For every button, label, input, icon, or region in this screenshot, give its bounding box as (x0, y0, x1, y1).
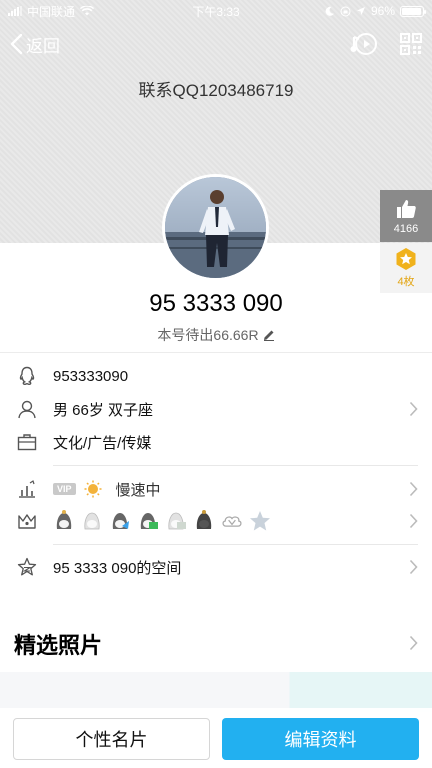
badge-count: 4枚 (397, 276, 415, 288)
photos-title: 精选照片 (14, 633, 103, 658)
edit-pencil-icon[interactable] (263, 329, 275, 341)
chevron-right-icon[interactable] (409, 635, 418, 651)
photo-strip[interactable] (0, 672, 432, 712)
status-text-row[interactable]: 本号待出66.66R (0, 325, 432, 345)
level-chart-icon (16, 478, 38, 500)
nav-bar: 返回 (0, 26, 432, 62)
back-label: 返回 (26, 36, 60, 56)
like-count: 4166 (393, 222, 419, 235)
row-qzone[interactable]: 95 3333 090的空间 (0, 551, 432, 583)
medal-penguin-blue-icon (109, 509, 131, 533)
qzone-star-icon (16, 556, 38, 578)
like-button[interactable]: 4166 (380, 190, 432, 242)
chevron-right-icon (409, 559, 418, 575)
orientation-lock-icon (340, 6, 351, 16)
star-badge-icon (396, 248, 416, 270)
profile-signature[interactable]: 联系QQ1203486719 (0, 76, 432, 101)
status-text: 本号待出66.66R (157, 327, 259, 343)
qzone-label: 95 3333 090的空间 (53, 559, 182, 577)
crown-icon (16, 510, 38, 532)
speed-status: 慢速中 (115, 481, 161, 499)
medal-penguin-dark-icon (193, 509, 215, 533)
briefcase-icon (16, 431, 38, 453)
occupation: 文化/广告/传媒 (53, 434, 152, 452)
signal-icon (8, 6, 22, 16)
row-occupation: 文化/广告/传媒 (0, 426, 432, 458)
medal-penguin-green-icon (137, 509, 159, 533)
nickname: 95 3333 090 (149, 290, 283, 317)
location-icon (356, 7, 365, 15)
chevron-right-icon (409, 513, 418, 529)
row-medals[interactable] (0, 505, 432, 537)
medal-penguin-icon (53, 509, 75, 533)
vip-info: VIP 慢速中 (53, 479, 161, 500)
row-separator (53, 465, 418, 466)
qr-code-icon[interactable] (400, 33, 422, 55)
row-separator (53, 544, 418, 545)
vip-tag: VIP (53, 483, 76, 495)
avatar-image (165, 177, 266, 278)
carrier-label: 中国联通 (27, 4, 76, 19)
demographics: 男 66岁 双子座 (53, 401, 154, 419)
row-demographics[interactable]: 男 66岁 双子座 (0, 393, 432, 425)
badge-button[interactable]: 4枚 (380, 243, 432, 293)
profile-card-button[interactable]: 个性名片 (13, 718, 210, 760)
edit-profile-button[interactable]: 编辑资料 (222, 718, 419, 760)
back-chevron-icon (10, 33, 23, 55)
medal-cloud-icon (221, 509, 243, 533)
medal-star-icon (249, 509, 271, 533)
medal-penguin-faded-icon (165, 509, 187, 533)
qq-number: 953333090 (53, 367, 129, 385)
battery-icon (400, 5, 426, 17)
chevron-right-icon (409, 481, 418, 497)
medal-list (53, 509, 271, 533)
wifi-icon (80, 6, 95, 16)
thumbs-up-icon (397, 199, 416, 218)
sun-level-icon (84, 480, 102, 498)
status-bar: 中国联通 下午3:33 96% (0, 0, 432, 22)
music-icon[interactable] (350, 32, 378, 56)
avatar[interactable] (162, 174, 269, 281)
row-vip[interactable]: VIP 慢速中 (0, 473, 432, 505)
person-icon (16, 398, 38, 420)
row-qq-number: 953333090 (0, 360, 432, 392)
bottom-action-bar: 个性名片 编辑资料 (0, 708, 432, 768)
moon-icon (325, 6, 334, 16)
chevron-right-icon (409, 401, 418, 417)
section-divider (0, 352, 432, 353)
back-button[interactable]: 返回 (10, 32, 60, 57)
penguin-icon (16, 365, 38, 387)
medal-penguin-outline-icon (81, 509, 103, 533)
battery-percent: 96% (370, 4, 395, 18)
